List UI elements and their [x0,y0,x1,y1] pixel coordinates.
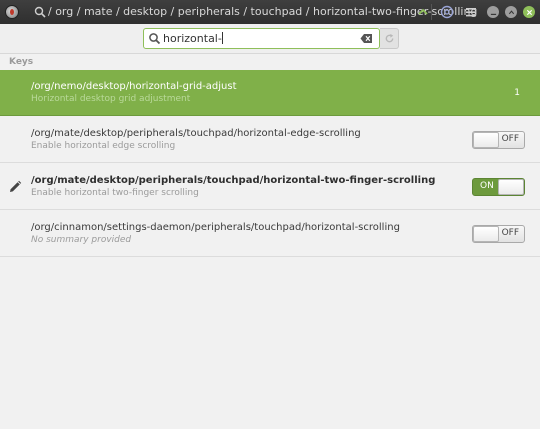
toggle-knob [473,226,499,242]
key-summary: No summary provided [31,235,132,245]
toggle-switch[interactable]: OFF [472,131,525,149]
key-path: /org/nemo/desktop/horizontal-grid-adjust [31,81,237,92]
hamburger-menu-icon[interactable] [462,3,480,21]
back-icon[interactable] [414,3,432,21]
toggle-switch[interactable]: OFF [472,225,525,243]
breadcrumb-path[interactable]: / org / mate / desktop / peripherals / t… [48,5,477,18]
clear-input-icon[interactable] [360,33,373,44]
toggle-state: OFF [501,134,519,144]
toggle-state: OFF [501,228,519,238]
text-caret [221,32,223,44]
key-path: /org/cinnamon/settings-daemon/peripheral… [31,222,400,233]
search-bar: horizontal- [0,24,540,54]
refresh-icon[interactable] [380,28,399,49]
search-icon [149,33,161,45]
key-value: 1 [514,88,520,98]
close-button[interactable] [523,6,535,18]
key-summary: Enable horizontal two-finger scrolling [31,188,199,198]
key-summary: Horizontal desktop grid adjustment [31,94,191,104]
search-input[interactable]: horizontal- [143,28,380,49]
help-icon[interactable] [438,3,456,21]
toggle-state: ON [480,181,494,191]
search-icon[interactable] [34,6,46,18]
list-item[interactable]: /org/nemo/desktop/horizontal-grid-adjust… [0,70,540,116]
toolbar-divider [431,4,432,20]
list-item[interactable]: /org/mate/desktop/peripherals/touchpad/h… [0,164,540,210]
key-path: /org/mate/desktop/peripherals/touchpad/h… [31,175,436,186]
app-icon [5,5,19,19]
pencil-icon [10,180,22,192]
list-item[interactable]: /org/mate/desktop/peripherals/touchpad/h… [0,117,540,163]
key-summary: Enable horizontal edge scrolling [31,141,176,151]
toggle-switch[interactable]: ON [472,178,525,196]
minimize-button[interactable] [487,6,499,18]
search-query: horizontal- [163,32,222,45]
section-header: Keys [9,57,34,67]
toggle-knob [473,132,499,148]
maximize-button[interactable] [505,6,517,18]
key-path: /org/mate/desktop/peripherals/touchpad/h… [31,128,361,139]
toggle-knob [498,179,524,195]
title-bar: / org / mate / desktop / peripherals / t… [0,0,540,24]
list-item[interactable]: /org/cinnamon/settings-daemon/peripheral… [0,211,540,257]
